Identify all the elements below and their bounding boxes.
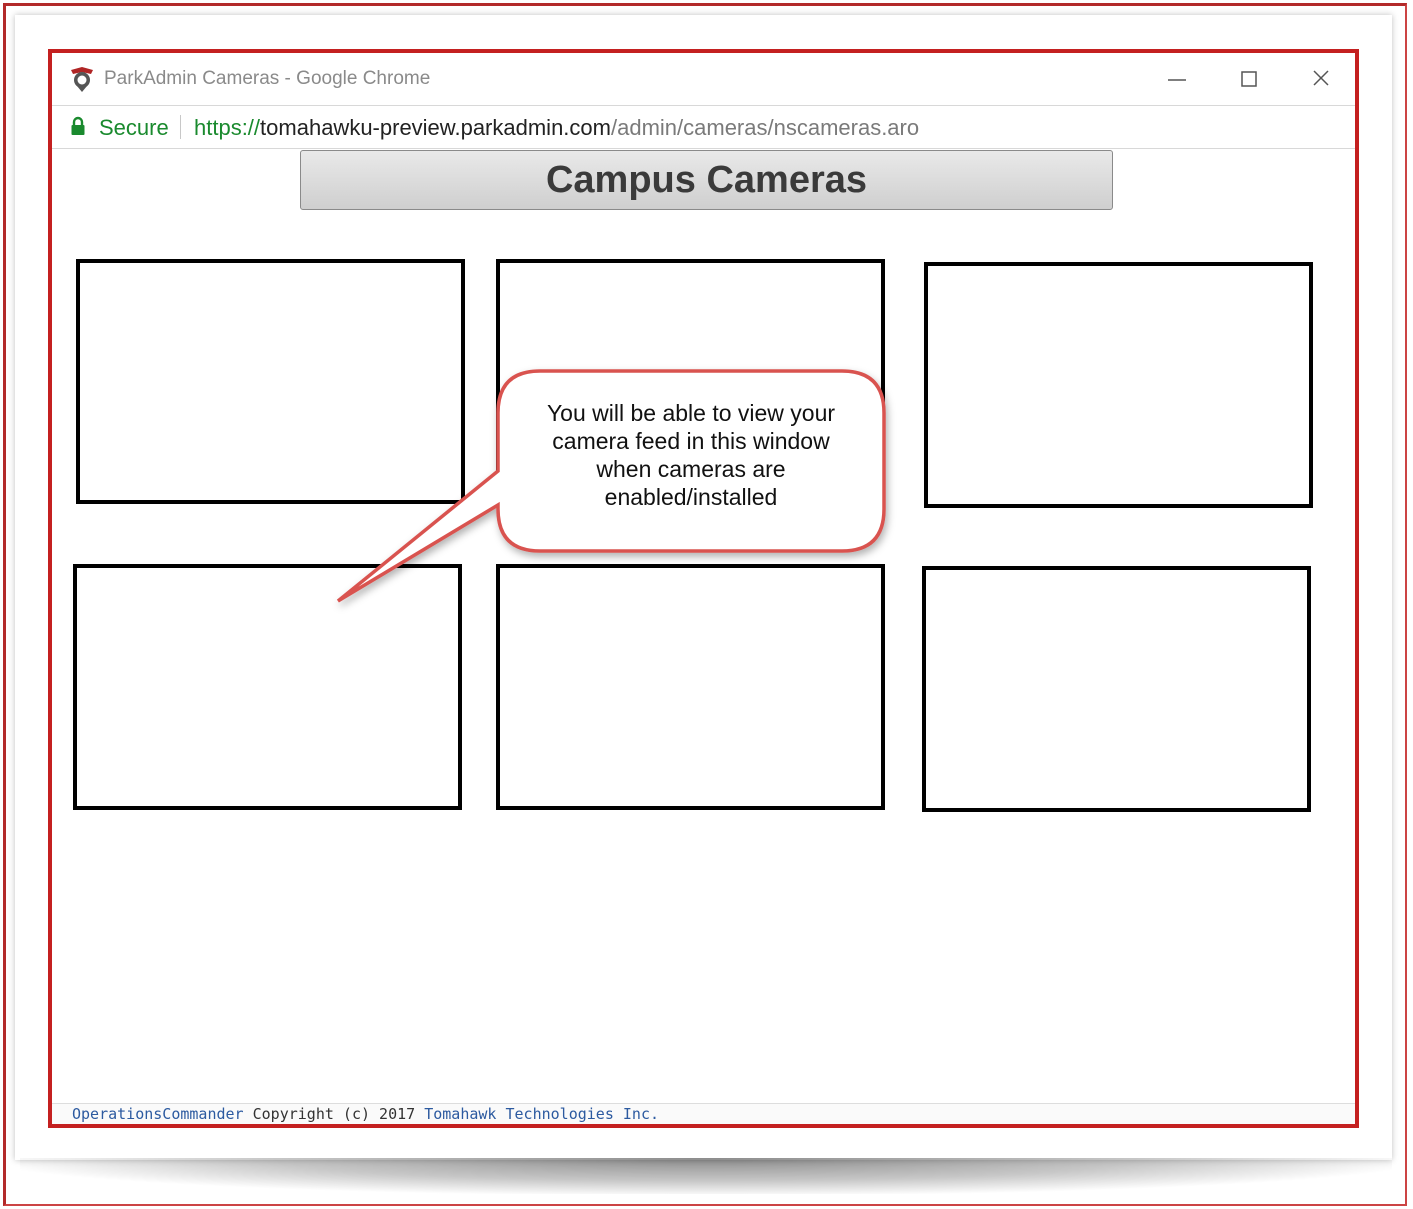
- callout-line: You will be able to view your: [546, 400, 836, 426]
- window-titlebar[interactable]: ParkAdmin Cameras - Google Chrome: [52, 53, 1355, 105]
- callout-line: camera feed in this window: [552, 428, 830, 454]
- camera-feed-slot-3: [924, 262, 1313, 508]
- minimize-icon[interactable]: [1162, 65, 1192, 93]
- address-bar[interactable]: Secure https://tomahawku-preview.parkadm…: [52, 105, 1355, 149]
- callout-text: You will be able to view your camera fee…: [502, 399, 880, 511]
- camera-feed-slot-6: [922, 566, 1311, 812]
- parkadmin-logo-icon: [68, 65, 96, 93]
- camera-feed-slot-5: [496, 564, 885, 810]
- close-icon[interactable]: [1306, 65, 1336, 93]
- page-footer: OperationsCommander Copyright (c) 2017 T…: [52, 1103, 1355, 1124]
- page-header-bar: Campus Cameras: [300, 150, 1113, 210]
- page-content: Campus Cameras You will be able to view …: [52, 149, 1355, 1124]
- browser-window: ParkAdmin Cameras - Google Chrome Secure…: [48, 49, 1359, 1128]
- window-title: ParkAdmin Cameras - Google Chrome: [104, 68, 431, 89]
- maximize-icon[interactable]: [1234, 65, 1264, 93]
- camera-feed-slot-1: [76, 259, 465, 504]
- card-drop-shadow: [20, 1158, 1392, 1194]
- lock-icon[interactable]: [70, 116, 86, 136]
- url-field[interactable]: https://tomahawku-preview.parkadmin.com/…: [194, 115, 919, 141]
- page-title: Campus Cameras: [545, 158, 868, 201]
- camera-feed-slot-4: [73, 564, 462, 810]
- url-scheme: https://: [194, 115, 261, 140]
- url-host: tomahawku-preview.parkadmin.com: [260, 115, 611, 140]
- operationscommander-link[interactable]: OperationsCommander: [72, 1105, 244, 1123]
- url-path: /admin/cameras/nscameras.aro: [610, 115, 920, 140]
- address-divider: [180, 115, 181, 139]
- callout-line: when cameras are: [596, 456, 786, 482]
- company-link[interactable]: Tomahawk Technologies Inc.: [424, 1105, 659, 1123]
- callout-line: enabled/installed: [604, 484, 778, 510]
- secure-label[interactable]: Secure: [99, 115, 169, 141]
- copyright-text: Copyright (c) 2017: [243, 1105, 425, 1123]
